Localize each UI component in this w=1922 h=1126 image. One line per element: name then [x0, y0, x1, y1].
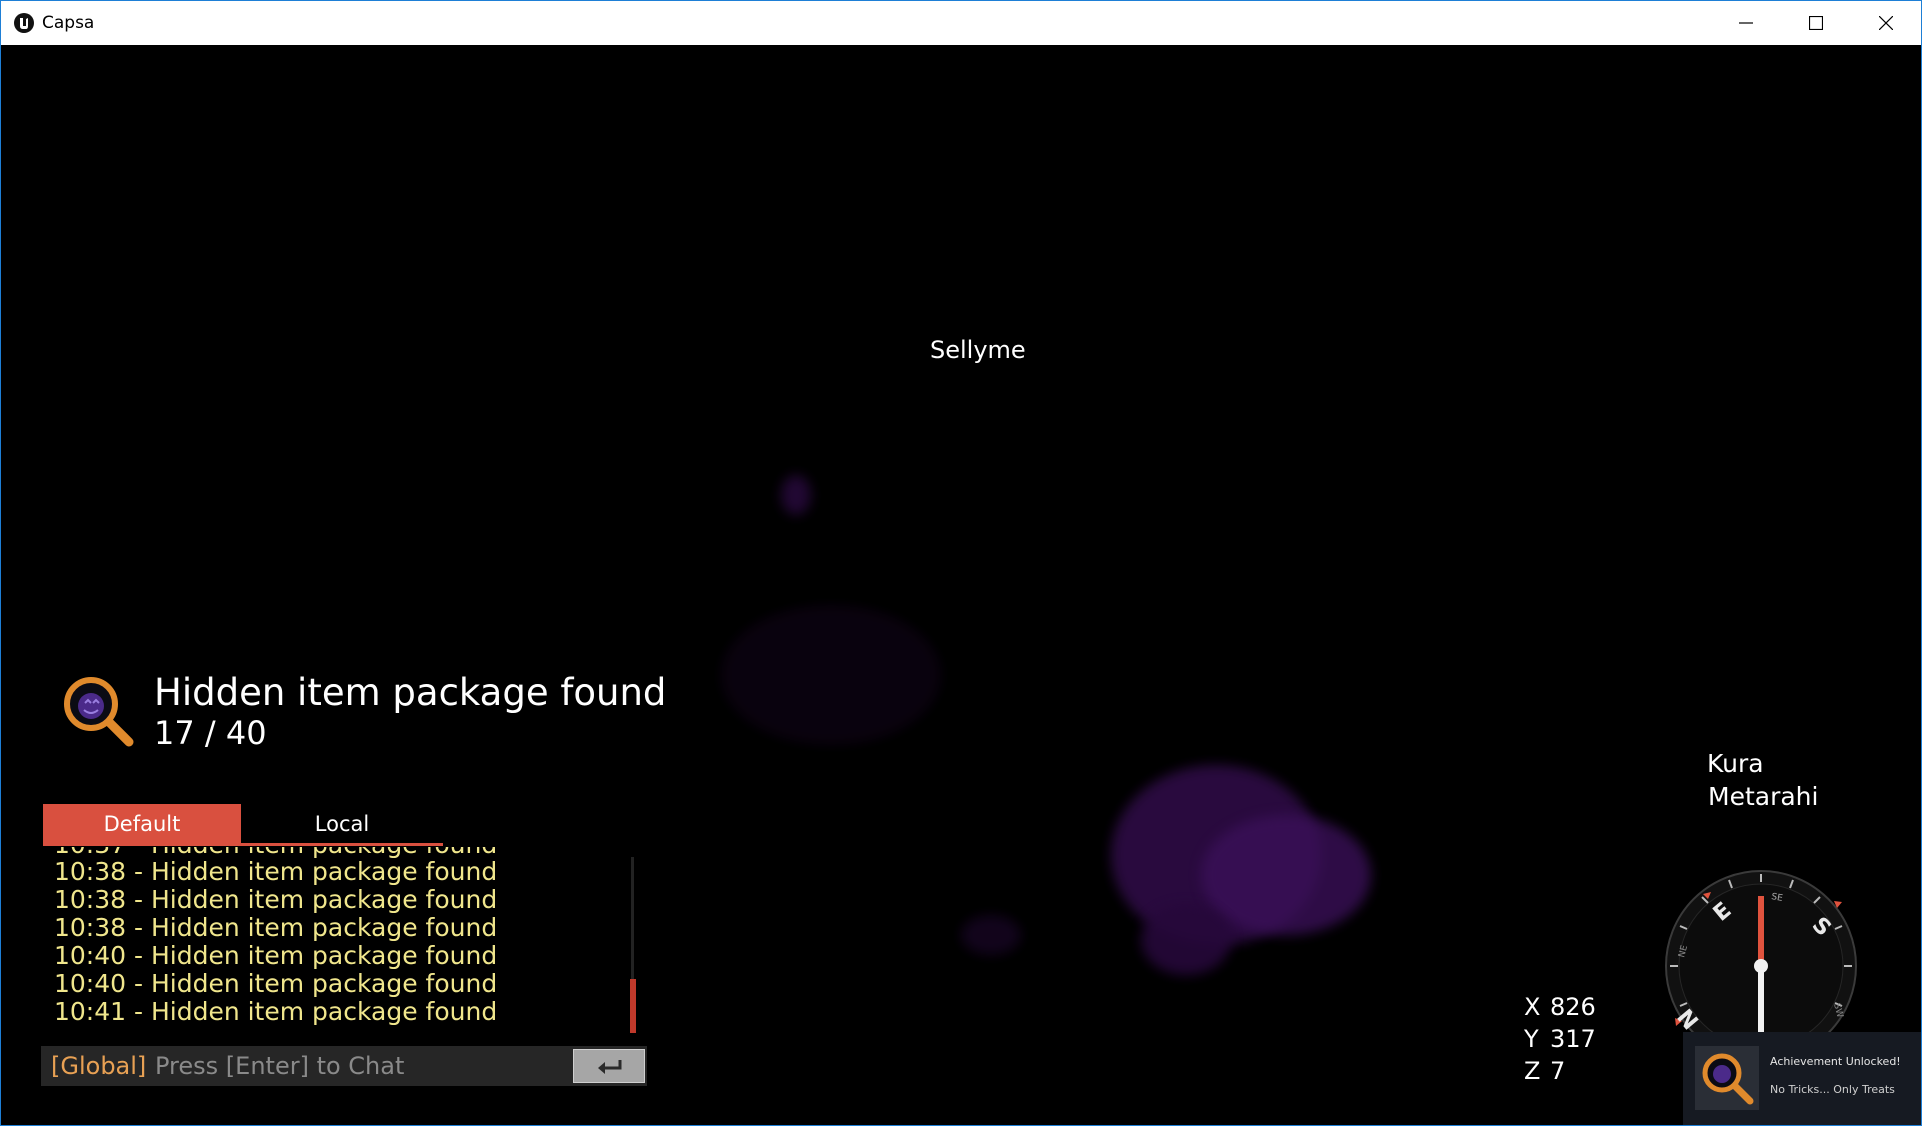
place-name-sellyme: Sellyme [930, 336, 1026, 364]
notification-count: 17 / 40 [154, 714, 267, 752]
chat-log[interactable]: 10:37 - Hidden item package found 10:38 … [41, 847, 621, 1033]
close-button[interactable] [1851, 1, 1921, 45]
fog-patch [1141, 905, 1231, 975]
tab-local[interactable]: Local [243, 804, 441, 844]
magnifier-pumpkin-icon [1695, 1046, 1759, 1110]
achievement-title: Achievement Unlocked! [1770, 1055, 1901, 1068]
magnifier-pumpkin-icon [64, 677, 134, 747]
fog-patch [721, 605, 941, 745]
coord-z-value: 7 [1550, 1057, 1566, 1085]
fog-patch [1201, 815, 1371, 935]
title-bar[interactable]: Capsa [1, 1, 1921, 45]
close-icon [1879, 16, 1893, 30]
coord-x-value: 826 [1550, 993, 1596, 1021]
coordinates-readout: X 826 Y 317 Z7 [1524, 991, 1596, 1087]
enter-arrow-icon [598, 1060, 622, 1074]
chat-line: 10:38 - Hidden item package found [54, 857, 498, 886]
coord-x-label: X [1524, 993, 1541, 1021]
chat-bar: [Global] [41, 1046, 647, 1086]
chat-line: 10:38 - Hidden item package found [54, 913, 498, 942]
maximize-button[interactable] [1781, 1, 1851, 45]
window-title: Capsa [42, 13, 95, 33]
chat-channel-label[interactable]: [Global] [51, 1052, 146, 1080]
compass-label-se: SE [1770, 892, 1783, 904]
coord-z-label: Z [1524, 1057, 1541, 1085]
achievement-toast[interactable]: Achievement Unlocked! No Tricks... Only … [1683, 1032, 1921, 1125]
fog-patch [961, 915, 1021, 955]
chat-line: 10:38 - Hidden item package found [54, 885, 498, 914]
minimize-button[interactable] [1711, 1, 1781, 45]
chat-line: 10:40 - Hidden item package found [54, 969, 498, 998]
achievement-subtitle: No Tricks... Only Treats [1770, 1083, 1895, 1096]
maximize-icon [1809, 16, 1823, 30]
coord-y-value: 317 [1550, 1025, 1596, 1053]
fog-patch [781, 475, 811, 515]
chat-line: 10:40 - Hidden item package found [54, 941, 498, 970]
unreal-logo-icon [14, 13, 34, 33]
place-name-metarahi: Metarahi [1708, 782, 1819, 811]
send-button[interactable] [573, 1049, 645, 1083]
tab-underline [43, 843, 443, 846]
tab-default[interactable]: Default [43, 804, 241, 844]
app-window: Capsa Hidden item package found 17 / 40 … [0, 0, 1922, 1126]
minimize-icon [1739, 22, 1753, 24]
compass-needle-red [1758, 896, 1764, 966]
notification-title: Hidden item package found [154, 671, 667, 714]
chat-scrollbar-thumb[interactable] [630, 979, 636, 1033]
chat-input[interactable] [145, 1046, 605, 1086]
place-name-kura: Kura [1707, 749, 1764, 778]
chat-line: 10:41 - Hidden item package found [54, 997, 498, 1026]
coord-y-label: Y [1524, 1025, 1539, 1053]
